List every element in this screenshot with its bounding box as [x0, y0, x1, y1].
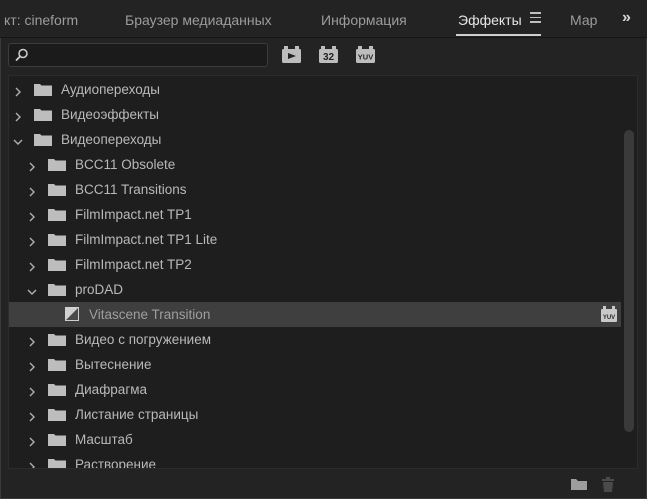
new-folder-icon[interactable]	[570, 477, 588, 491]
folder-label: Вытеснение	[75, 357, 152, 372]
folder-icon	[48, 283, 66, 296]
folder-row[interactable]: Диафрагма	[9, 377, 621, 402]
folder-label: Видеопереходы	[61, 132, 162, 147]
folder-label: BCC11 Obsolete	[75, 157, 176, 172]
effect-label: Vitascene Transition	[89, 307, 211, 322]
32bit-color-button[interactable]: 32	[318, 45, 340, 65]
folder-label: FilmImpact.net TP2	[75, 257, 192, 272]
folder-label: Видео с погружением	[75, 332, 212, 347]
chevron-right-icon[interactable]	[27, 359, 37, 372]
folder-row[interactable]: BCC11 Transitions	[9, 177, 621, 202]
folder-row[interactable]: Масштаб	[9, 427, 621, 452]
tab-markers[interactable]: Мар	[570, 12, 597, 28]
folder-row[interactable]: Видеопереходы	[9, 127, 621, 152]
folder-row[interactable]: Вытеснение	[9, 352, 621, 377]
folder-label: FilmImpact.net TP1 Lite	[75, 232, 218, 247]
tab-info[interactable]: Информация	[321, 12, 407, 28]
transition-icon	[65, 307, 79, 321]
folder-label: Масштаб	[75, 432, 133, 447]
chevron-down-icon[interactable]	[27, 284, 37, 295]
chevron-right-icon[interactable]	[27, 434, 37, 447]
folder-icon	[34, 83, 52, 96]
folder-label: FilmImpact.net TP1	[75, 207, 192, 222]
yuv-badge-icon: YUV	[601, 306, 617, 323]
chevron-right-icon[interactable]	[27, 209, 37, 222]
folder-icon	[48, 433, 66, 446]
search-input[interactable]	[8, 43, 268, 67]
tab-project[interactable]: кт: cineform	[4, 12, 78, 28]
folder-icon	[48, 458, 66, 468]
folder-icon	[48, 408, 66, 421]
folder-icon	[48, 383, 66, 396]
tab-effects[interactable]: Эффекты	[458, 12, 522, 28]
folder-row[interactable]: BCC11 Obsolete	[9, 152, 621, 177]
yuv-effects-button[interactable]: YUV	[355, 45, 377, 65]
chevron-right-icon[interactable]	[27, 459, 37, 468]
panel-menu-icon[interactable]	[530, 12, 542, 24]
folder-label: Растворение	[75, 457, 157, 469]
folder-icon	[34, 108, 52, 121]
tab-media-browser[interactable]: Браузер медиаданных	[125, 12, 272, 28]
svg-text:32: 32	[323, 52, 335, 63]
chevron-right-icon[interactable]	[27, 384, 37, 397]
more-tabs-icon[interactable]: »	[622, 9, 631, 27]
folder-label: Видеоэффекты	[61, 107, 159, 122]
chevron-right-icon[interactable]	[27, 259, 37, 272]
chevron-down-icon[interactable]	[13, 134, 23, 145]
folder-row[interactable]: FilmImpact.net TP2	[9, 252, 621, 277]
folder-icon	[48, 183, 66, 196]
chevron-right-icon[interactable]	[27, 159, 37, 172]
folder-row[interactable]: proDAD	[9, 277, 621, 302]
trash-icon[interactable]	[601, 477, 615, 493]
folder-icon	[48, 333, 66, 346]
search-icon	[15, 48, 28, 62]
folder-row[interactable]: Листание страницы	[9, 402, 621, 427]
folder-icon	[48, 233, 66, 246]
svg-text:YUV: YUV	[603, 315, 615, 321]
active-tab-indicator	[456, 34, 541, 36]
folder-row[interactable]: FilmImpact.net TP1 Lite	[9, 227, 621, 252]
svg-text:YUV: YUV	[358, 53, 373, 62]
folder-row[interactable]: Растворение	[9, 452, 621, 469]
chevron-right-icon[interactable]	[27, 234, 37, 247]
folder-row[interactable]: Видеоэффекты	[9, 102, 621, 127]
folder-icon	[48, 258, 66, 271]
effect-item[interactable]: Vitascene Transition YUV	[9, 302, 621, 327]
accelerated-effects-icon[interactable]	[281, 45, 303, 65]
chevron-right-icon[interactable]	[27, 409, 37, 422]
chevron-right-icon[interactable]	[27, 184, 37, 197]
folder-icon	[48, 358, 66, 371]
folder-icon	[48, 158, 66, 171]
effects-tree: Аудиопереходы Видеоэффекты Видеопереходы BC…	[8, 75, 638, 469]
folder-icon	[48, 208, 66, 221]
folder-label: BCC11 Transitions	[75, 182, 187, 197]
panel-tab-bar: кт: cineform Браузер медиаданных Информа…	[0, 0, 647, 38]
folder-label: Диафрагма	[75, 382, 148, 397]
folder-row[interactable]: FilmImpact.net TP1	[9, 202, 621, 227]
folder-row[interactable]: Видео с погружением	[9, 327, 621, 352]
chevron-right-icon[interactable]	[13, 109, 23, 122]
folder-label: Листание страницы	[75, 407, 199, 422]
scrollbar-thumb[interactable]	[624, 130, 634, 432]
chevron-right-icon[interactable]	[27, 334, 37, 347]
chevron-right-icon[interactable]	[13, 84, 23, 97]
folder-label: Аудиопереходы	[61, 82, 161, 97]
folder-row[interactable]: Аудиопереходы	[9, 77, 621, 102]
folder-icon	[34, 133, 52, 146]
folder-label: proDAD	[75, 282, 124, 297]
